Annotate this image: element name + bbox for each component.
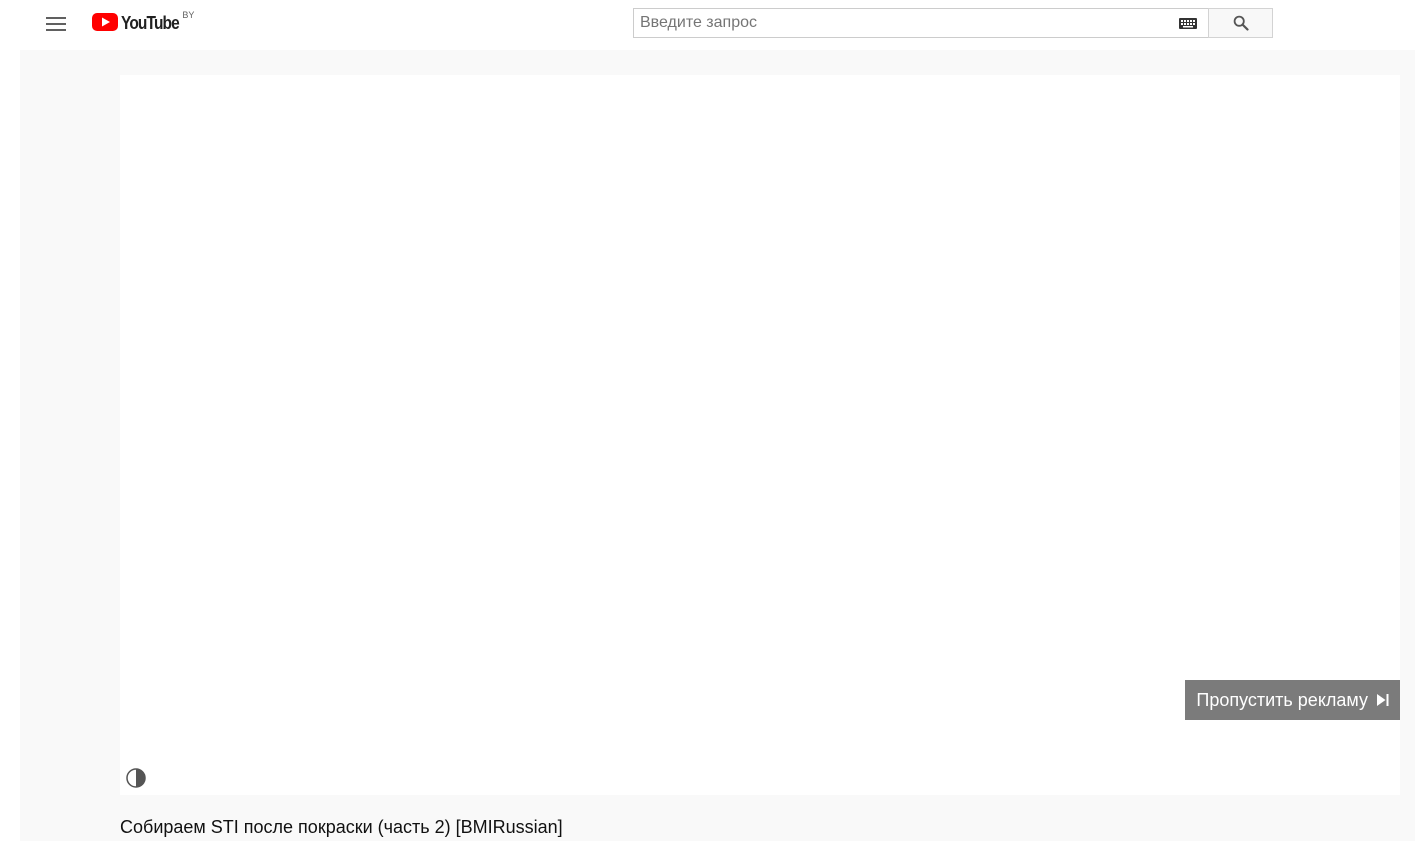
country-code: BY: [182, 10, 195, 20]
video-title: Собираем STI после покраски (часть 2) [B…: [120, 817, 563, 837]
skip-next-icon: [1376, 693, 1390, 707]
contrast-icon: [126, 768, 146, 788]
guide-menu-button[interactable]: [36, 4, 76, 44]
logo-wordmark: YouTube: [121, 13, 180, 33]
search-icon: [1233, 15, 1249, 31]
masthead: YouTube BY: [0, 0, 1415, 48]
contrast-button[interactable]: [125, 767, 147, 789]
youtube-play-logo-icon: [92, 13, 118, 31]
skip-ad-label: Пропустить рекламу: [1196, 690, 1368, 710]
video-player[interactable]: Пропустить рекламу: [120, 75, 1400, 795]
search-button[interactable]: [1208, 8, 1273, 38]
search-input[interactable]: [634, 9, 1171, 37]
keyboard-icon: [1179, 17, 1197, 29]
skip-ad-button[interactable]: Пропустить рекламу: [1185, 680, 1400, 720]
search-box: [633, 8, 1209, 38]
youtube-logo[interactable]: YouTube BY: [92, 10, 195, 36]
virtual-keyboard-button[interactable]: [1171, 9, 1205, 37]
hamburger-menu-icon: [46, 17, 66, 31]
